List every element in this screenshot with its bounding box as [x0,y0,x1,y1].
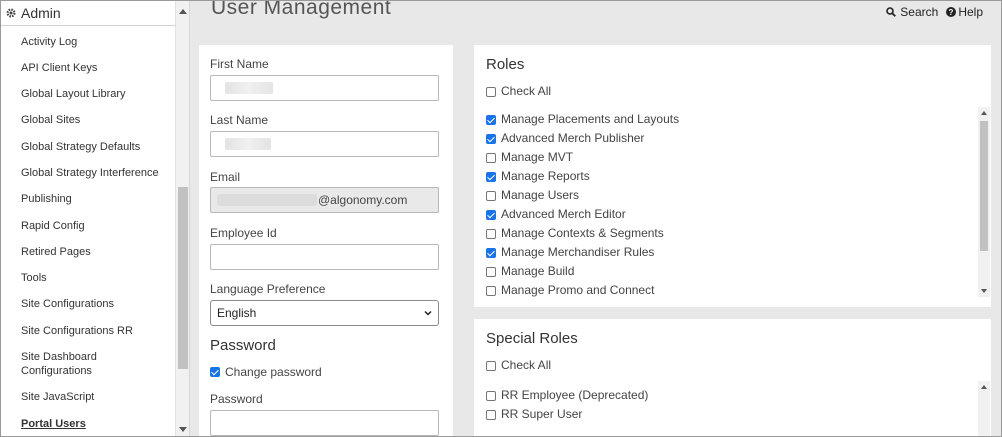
help-link[interactable]: ? Help [946,5,983,19]
chevron-down-icon [424,310,432,316]
special-roles-check-all-checkbox[interactable] [486,361,496,371]
sidebar-item-portal-users[interactable]: Portal Users [21,417,171,431]
scroll-down-arrow-icon[interactable] [179,427,187,432]
sidebar-item-global-strategy-interference[interactable]: Global Strategy Interference [21,166,171,180]
sidebar-item-site-configurations-rr[interactable]: Site Configurations RR [21,324,171,338]
email-label: Email [210,170,241,184]
language-select[interactable]: English [210,300,439,326]
role-checkbox[interactable] [486,153,496,163]
sidebar-header[interactable]: Admin [1,1,175,26]
language-label: Language Preference [210,282,326,296]
sidebar-item-global-strategy-defaults[interactable]: Global Strategy Defaults [21,140,171,154]
sidebar-item-site-dashboard-configurations[interactable]: Site Dashboard Configurations [21,350,136,378]
sidebar-item-retired-pages[interactable]: Retired Pages [21,245,171,259]
role-label: Manage Users [501,188,580,202]
help-icon: ? [946,7,957,17]
sidebar-item-api-client-keys[interactable]: API Client Keys [21,61,171,75]
role-label: Manage MVT [501,150,574,164]
roles-list: Manage Placements and Layouts Advanced M… [474,107,991,297]
email-domain: @algonomy.com [318,193,408,207]
role-checkbox[interactable] [486,286,496,296]
gear-icon [6,8,16,18]
role-label: Manage Merchandiser Rules [501,245,655,259]
scroll-up-arrow-icon[interactable] [981,111,987,115]
special-role-checkbox[interactable] [486,410,496,420]
scrollbar-thumb[interactable] [980,121,988,251]
special-roles-card: Special Roles Check All RR Employee (Dep… [474,319,991,436]
sidebar-scrollbar[interactable] [175,1,189,436]
roles-check-all-checkbox[interactable] [486,87,496,97]
role-label: Manage Build [501,264,575,278]
svg-text:?: ? [949,8,954,17]
role-label: Manage Promo and Connect [501,283,655,297]
language-selected-value: English [217,306,257,320]
roles-scrollbar[interactable] [978,107,990,297]
sidebar-item-activity-log[interactable]: Activity Log [21,35,171,49]
role-checkbox[interactable] [486,248,496,258]
sidebar-item-global-sites[interactable]: Global Sites [21,113,171,127]
role-checkbox[interactable] [486,229,496,239]
role-checkbox[interactable] [486,267,496,277]
password-label: Password [210,392,263,406]
help-label: Help [958,5,983,19]
sidebar-item-rapid-config[interactable]: Rapid Config [21,219,171,233]
role-label: Manage Placements and Layouts [501,112,680,126]
special-role-label: RR Super User [501,407,583,421]
special-role-checkbox[interactable] [486,391,496,401]
sidebar-item-site-configurations[interactable]: Site Configurations [21,297,171,311]
password-field[interactable] [210,410,439,436]
redacted-value [217,194,317,206]
role-checkbox[interactable] [486,172,496,182]
scroll-up-arrow-icon[interactable] [981,385,987,389]
main-content: User Management Search ? Help First Name [190,0,1001,436]
role-checkbox[interactable] [486,210,496,220]
employee-id-label: Employee Id [210,226,277,240]
employee-id-field[interactable] [210,244,439,270]
sidebar-item-tools[interactable]: Tools [21,271,171,285]
scrollbar-thumb[interactable] [178,187,188,369]
sidebar-header-label: Admin [21,5,61,21]
first-name-field[interactable] [210,75,439,101]
sidebar-item-global-layout-library[interactable]: Global Layout Library [21,87,171,101]
roles-card: Roles Check All Manage Placements and La… [474,45,991,307]
sidebar: Admin Activity Log API Client Keys Globa… [1,1,190,436]
user-form-card: First Name Last Name Email @algonomy.com… [199,45,453,436]
special-role-label: RR Employee (Deprecated) [501,388,649,402]
role-label: Manage Reports [501,169,590,183]
sidebar-item-publishing[interactable]: Publishing [21,192,171,206]
search-label: Search [900,5,939,19]
special-roles-title: Special Roles [486,330,578,347]
redacted-value [225,138,271,150]
sidebar-item-site-javascript[interactable]: Site JavaScript [21,390,171,404]
change-password-checkbox[interactable] [210,367,220,377]
search-link[interactable]: Search [886,5,938,19]
role-checkbox[interactable] [486,134,496,144]
scroll-up-arrow-icon[interactable] [179,9,187,14]
last-name-field[interactable] [210,131,439,157]
scroll-down-arrow-icon[interactable] [981,289,987,293]
first-name-label: First Name [210,57,269,71]
app-window: Admin Activity Log API Client Keys Globa… [0,0,1002,437]
role-checkbox[interactable] [486,115,496,125]
redacted-value [225,82,273,94]
role-label: Advanced Merch Editor [501,207,626,221]
special-roles-check-all-label: Check All [501,358,552,372]
roles-title: Roles [486,56,525,73]
role-checkbox[interactable] [486,191,496,201]
role-label: Manage Contexts & Segments [501,226,664,240]
role-label: Advanced Merch Publisher [501,131,645,145]
page-title: User Management [211,0,392,19]
top-links: Search ? Help [886,5,983,19]
last-name-label: Last Name [210,113,269,127]
password-section-title: Password [210,337,276,354]
search-icon [886,7,897,17]
special-roles-scrollbar[interactable] [978,381,990,436]
change-password-label: Change password [225,365,322,379]
roles-check-all-label: Check All [501,84,552,98]
